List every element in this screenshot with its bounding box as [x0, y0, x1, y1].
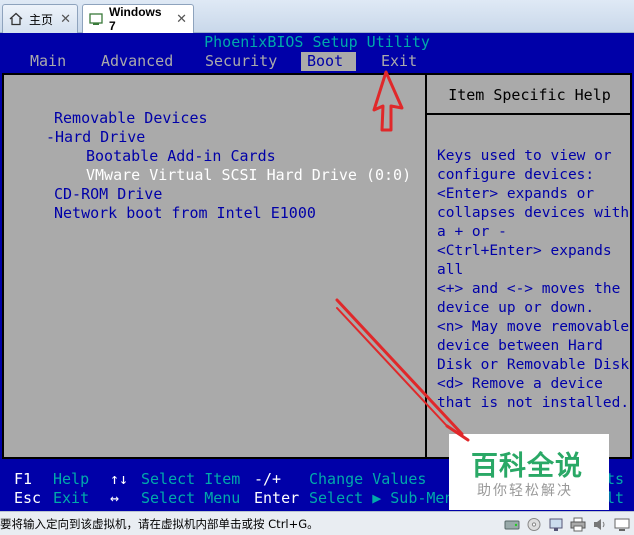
key-updown: ↑↓ — [110, 470, 129, 488]
boot-panel: Removable Devices -Hard Drive Bootable A… — [2, 73, 632, 459]
help-line: collapses devices with — [437, 205, 630, 221]
key-updown-desc: Select Item — [141, 470, 241, 488]
panel-divider — [425, 75, 427, 457]
menu-advanced[interactable]: Advanced — [95, 52, 179, 71]
printer-icon[interactable] — [570, 516, 586, 532]
tab-home[interactable]: 主页 ✕ — [2, 4, 78, 33]
key-leftright: ↔ — [110, 489, 120, 507]
help-line: <n> May move removable — [437, 319, 630, 335]
status-message: 要将输入定向到该虚拟机，请在虚拟机内部单击或按 Ctrl+G。 — [0, 517, 319, 531]
key-enter: Enter — [254, 489, 300, 507]
key-esc: Esc — [14, 489, 42, 507]
help-line: <+> and <-> moves the — [437, 281, 621, 297]
menu-main[interactable]: Main — [24, 52, 72, 71]
key-enter-desc: Select ▶ Sub-Menu — [309, 489, 463, 507]
key-f1-desc: Help — [53, 470, 90, 488]
key-leftright-desc: Select Menu — [141, 489, 241, 507]
help-line: configure devices: — [437, 167, 595, 183]
close-icon[interactable]: ✕ — [60, 11, 71, 27]
help-line: device up or down. — [437, 300, 595, 316]
boot-item-cdrom[interactable]: CD-ROM Drive — [54, 185, 162, 204]
hard-disk-icon[interactable] — [504, 516, 520, 531]
bios-menubar: Main Advanced Security Boot Exit — [0, 52, 634, 71]
help-line: device between Hard — [437, 338, 603, 354]
help-line: <Enter> expands or — [437, 186, 595, 202]
help-line: that is not installed. — [437, 395, 630, 411]
tab-home-label: 主页 — [29, 12, 54, 27]
device-icons — [504, 516, 630, 532]
close-icon[interactable]: ✕ — [176, 11, 187, 27]
help-title: Item Specific Help — [427, 75, 632, 115]
help-line: all — [437, 262, 464, 278]
sound-icon[interactable] — [592, 516, 608, 531]
boot-item-removable[interactable]: Removable Devices — [54, 109, 208, 128]
cd-drive-icon[interactable] — [526, 516, 542, 531]
help-line: Keys used to view or — [437, 148, 612, 164]
host-status-bar: 要将输入定向到该虚拟机，请在虚拟机内部单击或按 Ctrl+G。 — [0, 511, 634, 535]
help-line: Disk or Removable Disk — [437, 357, 630, 373]
tab-windows7[interactable]: Windows 7 ✕ — [82, 4, 194, 33]
help-line: <Ctrl+Enter> expands — [437, 243, 612, 259]
key-esc-desc: Exit — [53, 489, 90, 507]
host-tab-strip: 主页 ✕ Windows 7 ✕ — [0, 0, 634, 33]
watermark-subtitle: 助你轻松解决 — [477, 483, 573, 499]
display-icon[interactable] — [614, 516, 630, 531]
network-adapter-icon[interactable] — [548, 516, 564, 531]
key-plusminus-desc: Change Values — [309, 470, 427, 488]
menu-exit[interactable]: Exit — [375, 52, 423, 71]
help-line: <d> Remove a device — [437, 376, 603, 392]
watermark-logo: 百科全说 助你轻松解决 — [449, 434, 609, 510]
boot-item-network[interactable]: Network boot from Intel E1000 — [54, 204, 316, 223]
key-f1: F1 — [14, 470, 33, 488]
tab-windows7-label: Windows 7 — [109, 5, 162, 33]
vm-icon — [89, 12, 103, 26]
home-icon — [9, 12, 23, 26]
watermark-title: 百科全说 — [471, 451, 583, 482]
bios-title: PhoenixBIOS Setup Utility — [0, 33, 634, 52]
menu-security[interactable]: Security — [199, 52, 283, 71]
menu-boot[interactable]: Boot — [301, 52, 356, 71]
boot-item-vmware-scsi[interactable]: VMware Virtual SCSI Hard Drive (0:0) — [86, 166, 411, 185]
help-line: a + or - — [437, 224, 507, 240]
boot-item-hard-drive[interactable]: -Hard Drive — [46, 128, 145, 147]
key-plusminus: -/+ — [254, 470, 282, 488]
boot-item-addin-cards[interactable]: Bootable Add-in Cards — [86, 147, 276, 166]
